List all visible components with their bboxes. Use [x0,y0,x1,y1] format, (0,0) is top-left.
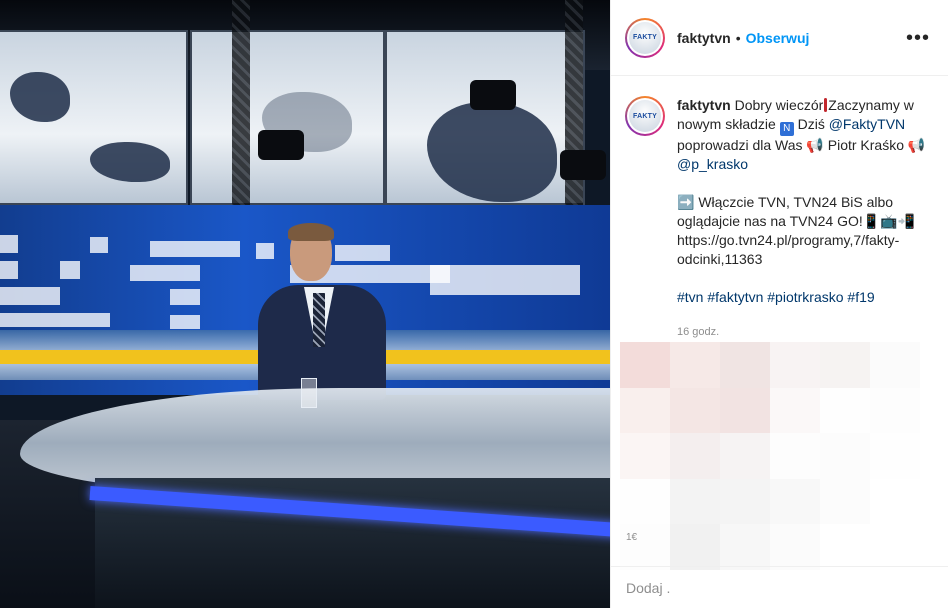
red-marker-icon [824,98,828,112]
news-presenter [258,223,388,400]
studio-screen-center [190,30,385,205]
caption-today: Dziś [793,116,825,132]
more-options-icon[interactable]: ••• [906,28,930,48]
likes-count-fragment: 1€ [626,532,638,543]
post-header: FAKTY faktytvn • Obserwuj ••• [611,0,948,76]
caption-watch-text: ➡️ Włączcie TVN, TVN24 BiS albo oglądajc… [677,194,916,267]
follow-button[interactable]: Obserwuj [746,30,810,46]
studio-camera-light [470,80,516,110]
caption-text: faktytvn Dobry wieczór Zaczynamy w nowym … [677,96,927,342]
studio-camera-light [258,130,304,160]
fakty-logo-icon: FAKTY [629,100,661,132]
profile-avatar[interactable]: FAKTY [625,17,665,58]
caption-username[interactable]: faktytvn [677,97,731,113]
mention-faktytvn-link[interactable]: @FaktyTVN [829,116,905,132]
post-image[interactable] [0,0,610,608]
studio-camera-light [560,150,606,180]
post-timestamp[interactable]: 16 godz. [677,323,927,342]
add-comment-bar [610,566,948,608]
caption-avatar[interactable]: FAKTY [625,96,665,136]
fakty-logo-icon: FAKTY [629,21,661,54]
lighting-truss [565,0,583,230]
add-comment-input[interactable] [626,579,826,596]
mention-p-krasko-link[interactable]: @p_krasko [677,156,748,172]
lighting-truss [232,0,250,230]
water-glass [301,378,317,408]
studio-screen-right [385,30,585,205]
caption-host-text: poprowadzi dla Was 📢 Piotr Kraśko 📢 [677,137,926,153]
hashtags-link[interactable]: #tvn #faktytvn #piotrkrasko #f19 [677,289,875,305]
separator-dot: • [735,29,741,46]
profile-username[interactable]: faktytvn [677,30,731,46]
obscured-comments-area [620,342,920,570]
caption-comment: FAKTY faktytvn Dobry wieczór Zaczynamy w … [611,76,948,342]
studio-screen-left [0,30,188,205]
caption-greeting: Dobry wieczór [730,97,824,113]
new-emoji-icon: N [779,122,794,136]
